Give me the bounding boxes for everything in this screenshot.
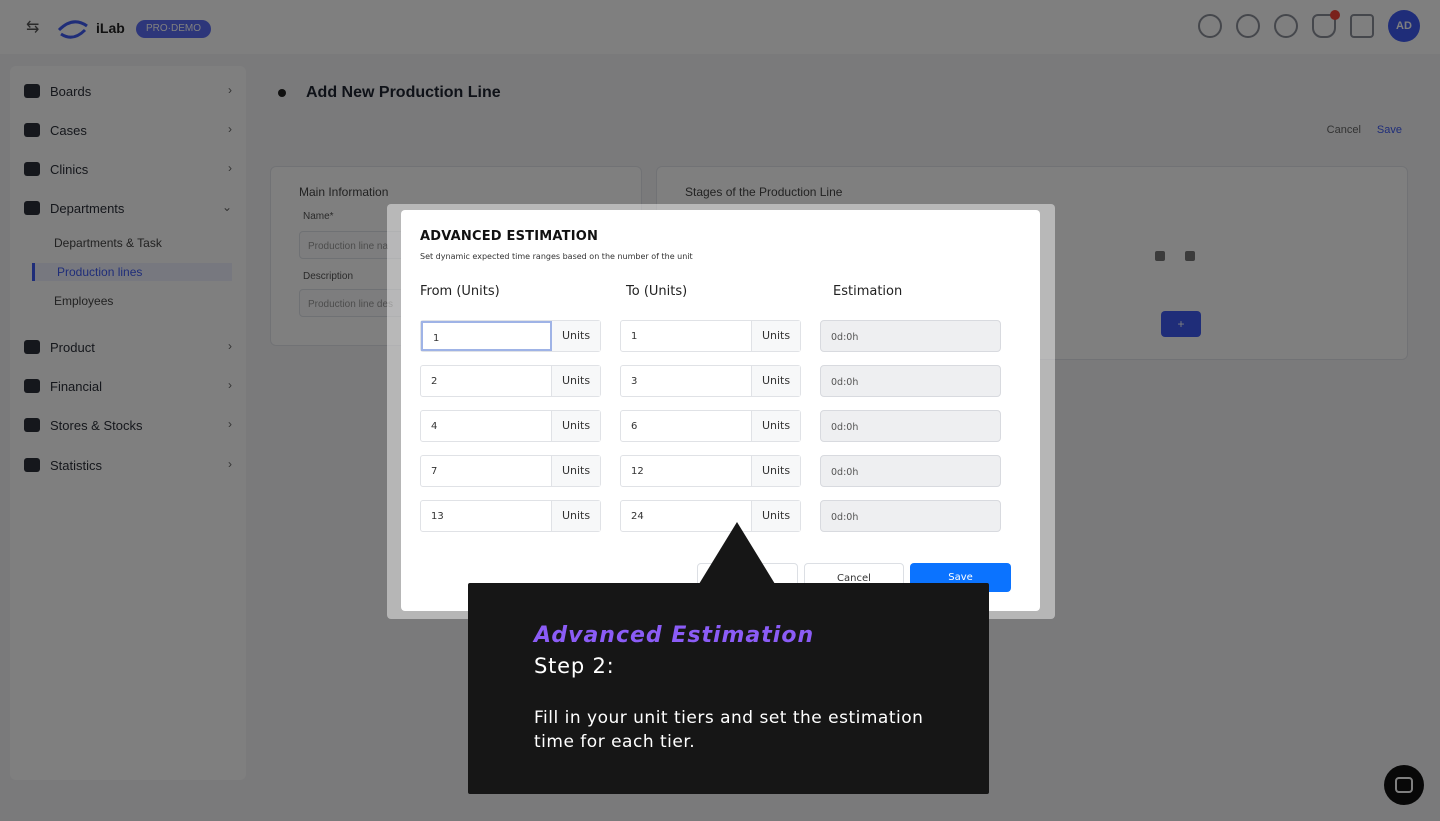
units-suffix: Units	[752, 456, 800, 486]
column-header-to: To (Units)	[626, 284, 688, 299]
from-units-value[interactable]: 13	[421, 501, 552, 531]
to-units-input[interactable]: 6 Units	[620, 410, 801, 442]
column-header-from: From (Units)	[420, 284, 500, 299]
modal-title: ADVANCED ESTIMATION	[420, 229, 599, 244]
to-units-input[interactable]: 3 Units	[620, 365, 801, 397]
from-units-input[interactable]: 1 Units	[420, 320, 601, 352]
tooltip-title: Advanced Estimation	[534, 623, 815, 648]
tour-tooltip: Advanced Estimation Step 2: Fill in your…	[468, 583, 989, 794]
tooltip-step: Step 2:	[534, 654, 615, 678]
estimation-input[interactable]: 0d:0h	[820, 320, 1001, 352]
units-suffix: Units	[552, 321, 600, 351]
estimation-input[interactable]: 0d:0h	[820, 500, 1001, 532]
units-suffix: Units	[552, 366, 600, 396]
tooltip-body: Fill in your unit tiers and set the esti…	[534, 708, 924, 752]
units-suffix: Units	[552, 411, 600, 441]
to-units-input[interactable]: 1 Units	[620, 320, 801, 352]
from-units-value[interactable]: 1	[421, 321, 552, 351]
units-suffix: Units	[752, 321, 800, 351]
tooltip-arrow	[699, 522, 775, 584]
units-suffix: Units	[552, 501, 600, 531]
column-header-estimation: Estimation	[833, 284, 903, 299]
to-units-value[interactable]: 3	[621, 366, 752, 396]
units-suffix: Units	[752, 366, 800, 396]
to-units-value[interactable]: 6	[621, 411, 752, 441]
from-units-value[interactable]: 4	[421, 411, 552, 441]
from-units-value[interactable]: 2	[421, 366, 552, 396]
to-units-value[interactable]: 12	[621, 456, 752, 486]
from-units-input[interactable]: 4 Units	[420, 410, 601, 442]
from-units-input[interactable]: 13 Units	[420, 500, 601, 532]
to-units-value[interactable]: 1	[621, 321, 752, 351]
to-units-input[interactable]: 12 Units	[620, 455, 801, 487]
estimation-input[interactable]: 0d:0h	[820, 455, 1001, 487]
from-units-value[interactable]: 7	[421, 456, 552, 486]
units-suffix: Units	[552, 456, 600, 486]
estimation-input[interactable]: 0d:0h	[820, 365, 1001, 397]
modal-subtitle: Set dynamic expected time ranges based o…	[420, 252, 693, 261]
from-units-input[interactable]: 7 Units	[420, 455, 601, 487]
from-units-input[interactable]: 2 Units	[420, 365, 601, 397]
estimation-input[interactable]: 0d:0h	[820, 410, 1001, 442]
units-suffix: Units	[752, 411, 800, 441]
